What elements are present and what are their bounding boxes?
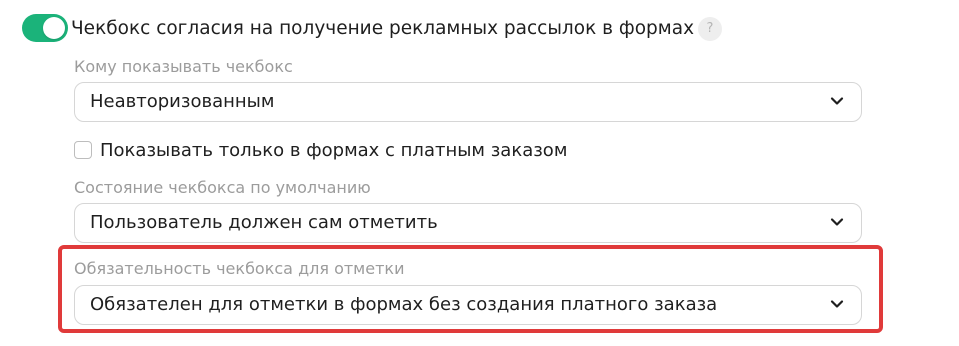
chevron-down-icon [830,300,844,308]
paid-only-checkbox[interactable] [74,141,92,159]
required-label: Обязательность чекбокса для отметки [74,259,405,278]
help-icon[interactable]: ? [698,17,722,41]
required-select[interactable]: Обязателен для отметки в формах без созд… [74,285,862,325]
chevron-down-icon [830,218,844,226]
required-value: Обязателен для отметки в формах без созд… [90,294,718,315]
who-to-show-value: Неавторизованным [90,91,275,112]
who-to-show-label: Кому показывать чекбокс [74,57,293,76]
consent-toggle-label: Чекбокс согласия на получение рекламных … [71,18,695,39]
default-state-select[interactable]: Пользователь должен сам отметить [74,203,862,243]
paid-only-label: Показывать только в формах с платным зак… [100,140,568,161]
default-state-value: Пользователь должен сам отметить [90,212,438,233]
consent-toggle[interactable] [22,14,68,42]
toggle-knob [43,17,65,39]
chevron-down-icon [830,97,844,105]
default-state-label: Состояние чекбокса по умолчанию [74,178,371,197]
who-to-show-select[interactable]: Неавторизованным [74,82,862,122]
